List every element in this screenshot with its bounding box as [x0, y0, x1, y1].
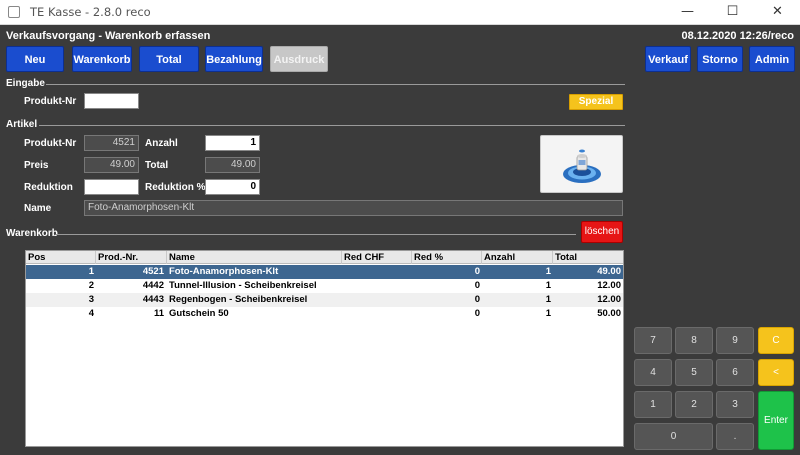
keypad-enter[interactable]: Enter [758, 391, 794, 450]
cell-red-chf [342, 293, 410, 307]
cell-prod-nr: 4443 [142, 294, 164, 305]
eingabe-produkt-nr-input[interactable] [84, 93, 139, 109]
cell-red-pct: 0 [474, 280, 480, 291]
cell-prod-nr: 4521 [142, 266, 164, 277]
maximize-icon[interactable]: ☐ [710, 0, 755, 24]
window-titlebar: TE Kasse - 2.8.0 reco — ☐ ✕ [0, 0, 800, 25]
keypad-9[interactable]: 9 [716, 327, 754, 354]
keypad-decimal[interactable]: . [716, 423, 754, 450]
minimize-icon[interactable]: — [665, 0, 710, 24]
column-header-pos[interactable]: Pos [26, 251, 96, 264]
cell-prod-nr: 4442 [142, 280, 164, 291]
name-label: Name [24, 203, 52, 214]
cell-prod-nr: 11 [153, 308, 164, 319]
cell-total: 50.00 [597, 308, 621, 319]
reduktion-label: Reduktion [24, 182, 73, 193]
cell-pos: 1 [88, 266, 94, 277]
cell-anzahl: 1 [545, 280, 551, 291]
keypad-8[interactable]: 8 [675, 327, 713, 354]
column-header-anzahl[interactable]: Anzahl [482, 251, 553, 264]
cell-red-pct: 0 [474, 308, 480, 319]
cell-red-pct: 0 [474, 266, 480, 277]
verkauf-button[interactable]: Verkauf [645, 46, 691, 72]
keypad-5[interactable]: 5 [675, 359, 713, 386]
cell-pos: 2 [88, 280, 94, 291]
page-title: Verkaufsvorgang - Warenkorb erfassen [6, 30, 211, 42]
eingabe-produkt-nr-label: Produkt-Nr [24, 96, 77, 107]
cell-anzahl: 1 [545, 308, 551, 319]
cell-name: Gutschein 50 [169, 308, 229, 319]
admin-button[interactable]: Admin [749, 46, 795, 72]
cell-total: 49.00 [597, 266, 621, 277]
total-label: Total [145, 160, 169, 171]
storno-button[interactable]: Storno [697, 46, 743, 72]
cell-red-chf [342, 265, 410, 279]
cell-red-chf [342, 279, 410, 293]
divider [39, 125, 625, 126]
cell-total: 12.00 [597, 280, 621, 291]
artikel-produkt-nr-label: Produkt-Nr [24, 138, 77, 149]
loeschen-button[interactable]: löschen [581, 221, 623, 243]
keypad-7[interactable]: 7 [634, 327, 672, 354]
column-header-prod-nr[interactable]: Prod.-Nr. [96, 251, 167, 264]
main-area: Verkaufsvorgang - Warenkorb erfassen 08.… [0, 25, 800, 455]
spezial-button[interactable]: Spezial [569, 94, 623, 110]
cell-pos: 3 [88, 294, 94, 305]
keypad-clear[interactable]: C [758, 327, 794, 354]
artikel-name-field: Foto-Anamorphosen-Klt [84, 200, 623, 216]
preis-field: 49.00 [84, 157, 139, 173]
table-row[interactable]: 4 11 Gutschein 50 0 1 50.00 [26, 307, 623, 321]
ausdruck-button[interactable]: Ausdruck [270, 46, 328, 72]
datetime-user: 08.12.2020 12:26/reco [681, 30, 794, 42]
reduktion-input[interactable] [84, 179, 139, 195]
artikel-produkt-nr-field: 4521 [84, 135, 139, 151]
keypad-6[interactable]: 6 [716, 359, 754, 386]
reduktion-pct-label: Reduktion % [145, 182, 206, 193]
table-row[interactable]: 3 4443 Regenbogen - Scheibenkreisel 0 1 … [26, 293, 623, 307]
table-row[interactable]: 2 4442 Tunnel-Illusion - Scheibenkreisel… [26, 279, 623, 293]
window-title: TE Kasse - 2.8.0 reco [30, 5, 151, 19]
column-header-red-chf[interactable]: Red CHF [342, 251, 412, 264]
anzahl-input[interactable]: 1 [205, 135, 260, 151]
total-field: 49.00 [205, 157, 260, 173]
table-row[interactable]: 1 4521 Foto-Anamorphosen-Klt 0 1 49.00 [26, 265, 623, 279]
cell-anzahl: 1 [545, 266, 551, 277]
column-header-name[interactable]: Name [167, 251, 342, 264]
keypad-3[interactable]: 3 [716, 391, 754, 418]
app-icon [8, 6, 20, 18]
cell-red-pct: 0 [474, 294, 480, 305]
cell-name: Foto-Anamorphosen-Klt [169, 266, 279, 277]
section-eingabe: Eingabe [6, 78, 45, 89]
section-warenkorb: Warenkorb [6, 228, 58, 239]
table-header: Pos Prod.-Nr. Name Red CHF Red % Anzahl … [26, 251, 623, 264]
anzahl-label: Anzahl [145, 138, 178, 149]
warenkorb-button[interactable]: Warenkorb [72, 46, 132, 72]
keypad-backspace[interactable]: < [758, 359, 794, 386]
divider [56, 234, 576, 235]
warenkorb-table[interactable]: Pos Prod.-Nr. Name Red CHF Red % Anzahl … [25, 250, 624, 447]
keypad-2[interactable]: 2 [675, 391, 713, 418]
cell-pos: 4 [88, 308, 94, 319]
column-header-red-pct[interactable]: Red % [412, 251, 482, 264]
divider [46, 84, 625, 85]
cell-anzahl: 1 [545, 294, 551, 305]
reduktion-pct-input[interactable]: 0 [205, 179, 260, 195]
close-icon[interactable]: ✕ [755, 0, 800, 24]
cell-red-chf [342, 307, 410, 321]
section-artikel: Artikel [6, 119, 38, 130]
cell-total: 12.00 [597, 294, 621, 305]
cell-name: Regenbogen - Scheibenkreisel [169, 294, 308, 305]
keypad-1[interactable]: 1 [634, 391, 672, 418]
preis-label: Preis [24, 160, 49, 171]
keypad-4[interactable]: 4 [634, 359, 672, 386]
keypad-0[interactable]: 0 [634, 423, 713, 450]
neu-button[interactable]: Neu [6, 46, 64, 72]
total-button[interactable]: Total [139, 46, 199, 72]
bezahlung-button[interactable]: Bezahlung [205, 46, 263, 72]
cell-name: Tunnel-Illusion - Scheibenkreisel [169, 280, 317, 291]
column-header-total[interactable]: Total [553, 251, 623, 264]
product-image [540, 135, 623, 193]
